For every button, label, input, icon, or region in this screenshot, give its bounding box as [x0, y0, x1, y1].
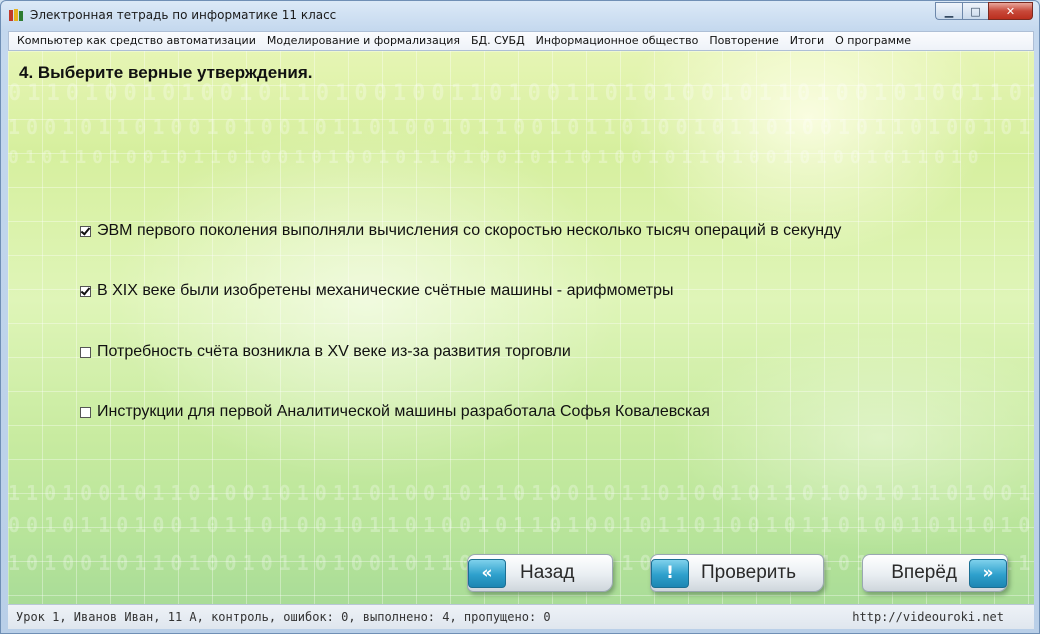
answer-option[interactable]: В XIX веке были изобретены механические …: [80, 280, 673, 302]
maximize-button[interactable]: □: [962, 2, 988, 20]
answer-option[interactable]: Потребность счёта возникла в XV веке из-…: [80, 341, 571, 363]
background-binary-pattern: 1001011010010100101101001011001011010010…: [8, 115, 1034, 139]
double-chevron-left-icon: «: [468, 558, 506, 588]
answer-option-label: ЭВМ первого поколения выполняли вычислен…: [97, 222, 842, 239]
maximize-icon: □: [970, 4, 981, 18]
window-controls: ▁ □ ✕: [935, 2, 1033, 22]
menu-item-modeling[interactable]: Моделирование и формализация: [263, 32, 467, 50]
menu-item-databases[interactable]: БД. СУБД: [467, 32, 532, 50]
status-text: Урок 1, Иванов Иван, 11 А, контроль, оши…: [16, 610, 551, 624]
forward-button[interactable]: Вперёд »: [862, 554, 1008, 592]
title-bar[interactable]: Электронная тетрадь по информатике 11 кл…: [1, 1, 1039, 31]
check-button-label: Проверить: [701, 562, 797, 583]
check-button[interactable]: ! Проверить: [650, 554, 824, 592]
background-binary-pattern: 1101001011010010101101001011010010110100…: [8, 481, 1034, 505]
status-bar: Урок 1, Иванов Иван, 11 А, контроль, оши…: [8, 604, 1034, 629]
background-binary-pattern: 0110100101001011010010011010011010100101…: [8, 81, 1034, 106]
back-button-label: Назад: [520, 562, 575, 583]
menu-item-about[interactable]: О программе: [831, 32, 918, 50]
books-icon: [9, 9, 23, 21]
menu-item-info-society[interactable]: Информационное общество: [532, 32, 706, 50]
menu-item-review[interactable]: Повторение: [705, 32, 785, 50]
back-button[interactable]: « Назад: [467, 554, 613, 592]
background-binary-pattern: 0010110100101101001011010010110100101101…: [8, 513, 1034, 537]
close-icon: ✕: [1005, 4, 1016, 18]
minimize-button[interactable]: ▁: [935, 2, 962, 20]
checkbox-unchecked[interactable]: [80, 346, 91, 358]
checkbox-unchecked[interactable]: [80, 406, 91, 418]
close-button[interactable]: ✕: [988, 2, 1033, 20]
menu-item-automation[interactable]: Компьютер как средство автоматизации: [13, 32, 263, 50]
answer-option-label: В XIX веке были изобретены механические …: [97, 282, 674, 299]
menu-item-results[interactable]: Итоги: [786, 32, 831, 50]
checkbox-checked[interactable]: [80, 285, 91, 297]
question-panel: 0110100101001011010010011010011010100101…: [8, 51, 1034, 604]
checkbox-checked[interactable]: [80, 225, 91, 237]
answer-option[interactable]: ЭВМ первого поколения выполняли вычислен…: [80, 220, 841, 242]
answer-option[interactable]: Инструкции для первой Аналитической маши…: [80, 401, 710, 423]
minimize-icon: ▁: [944, 4, 954, 18]
forward-button-label: Вперёд: [891, 562, 957, 583]
answer-option-label: Потребность счёта возникла в XV веке из-…: [97, 343, 571, 360]
app-window: Электронная тетрадь по информатике 11 кл…: [0, 0, 1040, 634]
menu-bar: Компьютер как средство автоматизации Мод…: [8, 31, 1034, 51]
background-binary-pattern: 0101101001011010010100101101001011010010…: [8, 147, 985, 168]
double-chevron-right-icon: »: [969, 558, 1007, 588]
answer-option-label: Инструкции для первой Аналитической маши…: [97, 403, 710, 420]
question-title: 4. Выберите верные утверждения.: [19, 63, 313, 82]
window-title: Электронная тетрадь по информатике 11 кл…: [30, 8, 337, 22]
website-link[interactable]: http://videouroki.net: [852, 610, 1004, 624]
exclamation-icon: !: [651, 558, 689, 588]
